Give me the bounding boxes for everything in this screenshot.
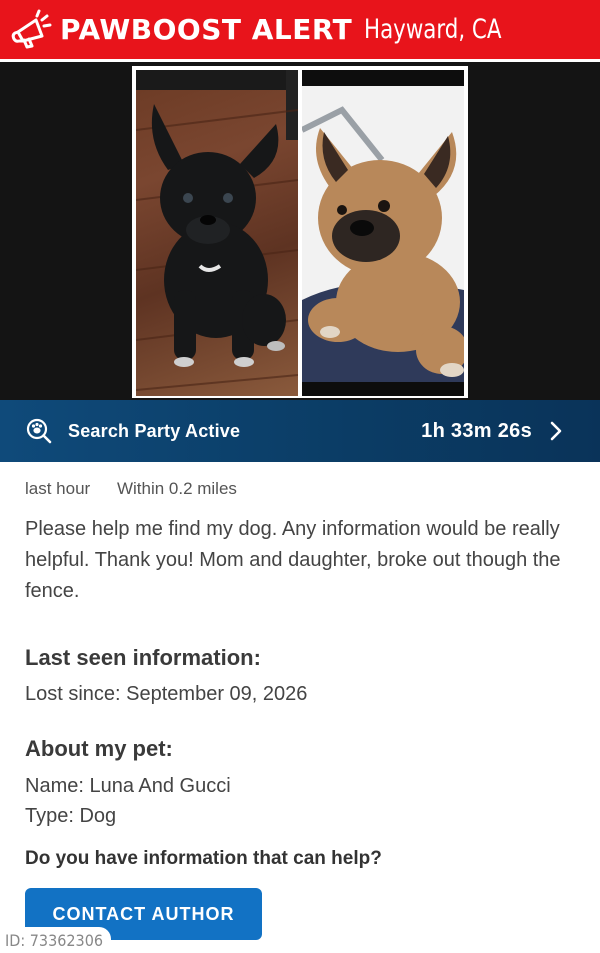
about-pet-heading: About my pet: — [25, 736, 173, 761]
post-meta: last hour Within 0.2 miles — [25, 479, 259, 499]
search-party-banner[interactable]: Search Party Active 1h 33m 26s — [0, 400, 600, 462]
brand-title: PAWBOOST ALERT — [60, 13, 353, 46]
search-party-label: Search Party Active — [68, 420, 241, 441]
help-question: Do you have information that can help? — [25, 848, 382, 869]
chevron-right-icon[interactable] — [544, 419, 568, 443]
pet-photo-area — [0, 62, 600, 400]
pet-name-text: Name: Luna And Gucci — [25, 775, 231, 797]
photo-frame[interactable] — [132, 66, 468, 398]
pet-type-text: Type: Dog — [25, 805, 117, 827]
search-paw-icon — [24, 416, 54, 446]
lost-since-text: Lost since: September 09, 2026 — [25, 683, 308, 705]
post-time: last hour — [25, 479, 91, 498]
fawn-french-bulldog-photo — [302, 70, 464, 396]
megaphone-icon — [6, 5, 56, 55]
last-seen-heading: Last seen information: — [25, 645, 261, 670]
search-party-timer: 1h 33m 26s — [421, 419, 532, 442]
post-distance: Within 0.2 miles — [116, 479, 237, 498]
post-description: Please help me find my dog. Any informat… — [25, 518, 561, 602]
alert-id-label: ID: 73362306 — [0, 927, 111, 953]
alert-header: PAWBOOST ALERT Hayward, CA — [0, 0, 600, 62]
black-french-bulldog-photo — [136, 70, 298, 396]
alert-location: Hayward, CA — [364, 14, 502, 45]
